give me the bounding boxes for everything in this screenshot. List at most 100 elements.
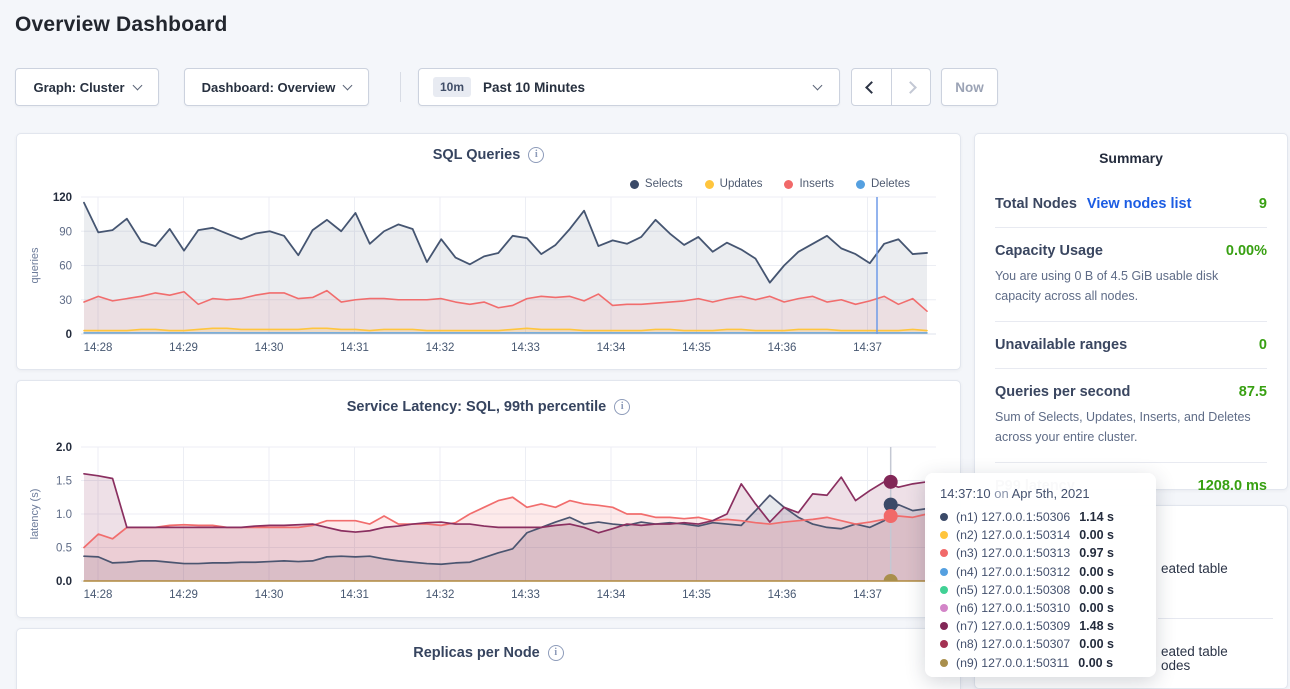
tooltip-node-row: (n9) 127.0.0.1:503110.00 s	[940, 654, 1144, 672]
event-item-fragment[interactable]: eated table	[1161, 644, 1228, 659]
svg-text:14:33: 14:33	[511, 589, 540, 601]
node-address: (n8) 127.0.0.1:50307	[956, 637, 1070, 651]
svg-text:14:29: 14:29	[169, 342, 198, 354]
tooltip-node-row: (n7) 127.0.0.1:50309 1.48 s	[940, 617, 1144, 635]
node-color-dot-icon	[940, 586, 948, 594]
qps-desc: Sum of Selects, Updates, Inserts, and De…	[995, 407, 1267, 447]
tooltip-node-row: (n6) 127.0.0.1:50310 0.00 s	[940, 599, 1144, 617]
event-item-fragment[interactable]: odes	[1161, 658, 1190, 673]
graph-dropdown[interactable]: Graph: Cluster	[15, 68, 159, 106]
event-item-fragment[interactable]: eated table	[1161, 561, 1228, 576]
replicas-title: Replicas per Node i	[17, 645, 960, 661]
now-button[interactable]: Now	[941, 68, 998, 106]
node-address: (n6) 127.0.0.1:50310	[956, 601, 1070, 615]
node-address: (n7) 127.0.0.1:50309	[956, 619, 1070, 633]
summary-row-unavailable: Unavailable ranges 0	[995, 337, 1267, 353]
svg-text:14:37: 14:37	[853, 589, 882, 601]
sql-queries-card: SQL Queries i SelectsUpdatesInsertsDelet…	[16, 133, 961, 370]
chart-hover-tooltip: 14:37:10 on Apr 5th, 2021 (n1) 127.0.0.1…	[925, 473, 1156, 677]
page-title: Overview Dashboard	[15, 13, 228, 37]
node-latency-value: 1.48 s	[1079, 619, 1114, 633]
svg-text:1.0: 1.0	[56, 509, 72, 521]
summary-row-total-nodes: Total Nodes View nodes list 9	[995, 196, 1267, 212]
svg-text:14:35: 14:35	[682, 342, 711, 354]
svg-text:14:32: 14:32	[426, 342, 455, 354]
node-color-dot-icon	[940, 531, 948, 539]
node-color-dot-icon	[940, 549, 948, 557]
node-address: (n2) 127.0.0.1:50314	[956, 528, 1070, 542]
now-button-label: Now	[955, 80, 984, 95]
svg-text:14:37: 14:37	[853, 342, 882, 354]
node-color-dot-icon	[940, 622, 948, 630]
node-color-dot-icon	[940, 604, 948, 612]
node-latency-value: 0.00 s	[1078, 656, 1113, 670]
node-latency-value: 0.00 s	[1079, 565, 1114, 579]
svg-text:14:28: 14:28	[84, 589, 113, 601]
unavailable-ranges-label: Unavailable ranges	[995, 337, 1127, 353]
summary-row-qps: Queries per second 87.5	[995, 384, 1267, 400]
p99-latency-value: 1208.0 ms	[1198, 478, 1267, 494]
svg-text:14:34: 14:34	[597, 342, 626, 354]
chevron-down-icon	[132, 80, 142, 90]
info-icon[interactable]: i	[548, 645, 564, 661]
summary-panel: Summary Total Nodes View nodes list 9 Ca…	[974, 133, 1288, 490]
node-latency-value: 0.00 s	[1079, 601, 1114, 615]
chevron-down-icon	[813, 80, 823, 90]
svg-text:14:28: 14:28	[84, 342, 113, 354]
tooltip-node-row: (n3) 127.0.0.1:50313 0.97 s	[940, 544, 1144, 562]
qps-label: Queries per second	[995, 384, 1130, 400]
divider	[995, 462, 1267, 463]
service-latency-chart[interactable]: 14:2814:2914:3014:3114:3214:3314:3414:35…	[17, 381, 962, 619]
view-nodes-list-link[interactable]: View nodes list	[1087, 196, 1192, 212]
svg-text:14:36: 14:36	[768, 342, 797, 354]
capacity-usage-value: 0.00%	[1226, 243, 1267, 259]
total-nodes-label: Total Nodes	[995, 196, 1077, 212]
replicas-title-text: Replicas per Node	[413, 645, 540, 661]
time-range-label: Past 10 Minutes	[483, 80, 585, 95]
divider	[995, 321, 1267, 322]
svg-text:14:35: 14:35	[682, 589, 711, 601]
node-address: (n5) 127.0.0.1:50308	[956, 583, 1070, 597]
svg-text:14:36: 14:36	[768, 589, 797, 601]
node-color-dot-icon	[940, 568, 948, 576]
svg-text:1.5: 1.5	[56, 476, 72, 488]
dashboard-dropdown[interactable]: Dashboard: Overview	[184, 68, 369, 106]
svg-text:30: 30	[59, 295, 72, 307]
svg-text:latency (s): latency (s)	[29, 489, 41, 540]
divider	[1158, 618, 1273, 619]
svg-text:90: 90	[59, 226, 72, 238]
node-latency-value: 0.97 s	[1079, 546, 1114, 560]
node-latency-value: 0.00 s	[1079, 583, 1114, 597]
node-address: (n3) 127.0.0.1:50313	[956, 546, 1070, 560]
time-range-dropdown[interactable]: 10m Past 10 Minutes	[418, 68, 840, 106]
node-latency-value: 1.14 s	[1079, 510, 1114, 524]
tooltip-timestamp: 14:37:10 on Apr 5th, 2021	[940, 486, 1144, 501]
chevron-down-icon	[343, 80, 353, 90]
qps-value: 87.5	[1239, 384, 1267, 400]
graph-dropdown-label: Graph: Cluster	[33, 80, 124, 95]
chevron-left-icon	[865, 81, 878, 94]
summary-title: Summary	[995, 150, 1267, 166]
chevron-right-icon	[904, 81, 917, 94]
node-color-dot-icon	[940, 513, 948, 521]
tooltip-node-row: (n2) 127.0.0.1:50314 0.00 s	[940, 526, 1144, 544]
summary-row-capacity: Capacity Usage 0.00%	[995, 243, 1267, 259]
node-address: (n4) 127.0.0.1:50312	[956, 565, 1070, 579]
node-latency-value: 0.00 s	[1079, 528, 1114, 542]
sql-queries-chart[interactable]: 14:2814:2914:3014:3114:3214:3314:3414:35…	[17, 134, 962, 371]
total-nodes-value: 9	[1259, 196, 1267, 212]
node-latency-value: 0.00 s	[1079, 637, 1114, 651]
svg-text:14:34: 14:34	[597, 589, 626, 601]
svg-text:0: 0	[66, 329, 72, 341]
node-address: (n1) 127.0.0.1:50306	[956, 510, 1070, 524]
time-forward-button[interactable]	[891, 69, 931, 105]
tooltip-node-row: (n4) 127.0.0.1:50312 0.00 s	[940, 563, 1144, 581]
dashboard-dropdown-label: Dashboard: Overview	[202, 80, 336, 95]
node-color-dot-icon	[940, 659, 948, 667]
tooltip-time: 14:37:10	[940, 486, 991, 501]
svg-text:14:31: 14:31	[340, 589, 369, 601]
time-back-button[interactable]	[852, 69, 891, 105]
svg-text:14:30: 14:30	[255, 342, 284, 354]
svg-text:queries: queries	[29, 247, 41, 284]
service-latency-card: Service Latency: SQL, 99th percentile i …	[16, 380, 961, 618]
